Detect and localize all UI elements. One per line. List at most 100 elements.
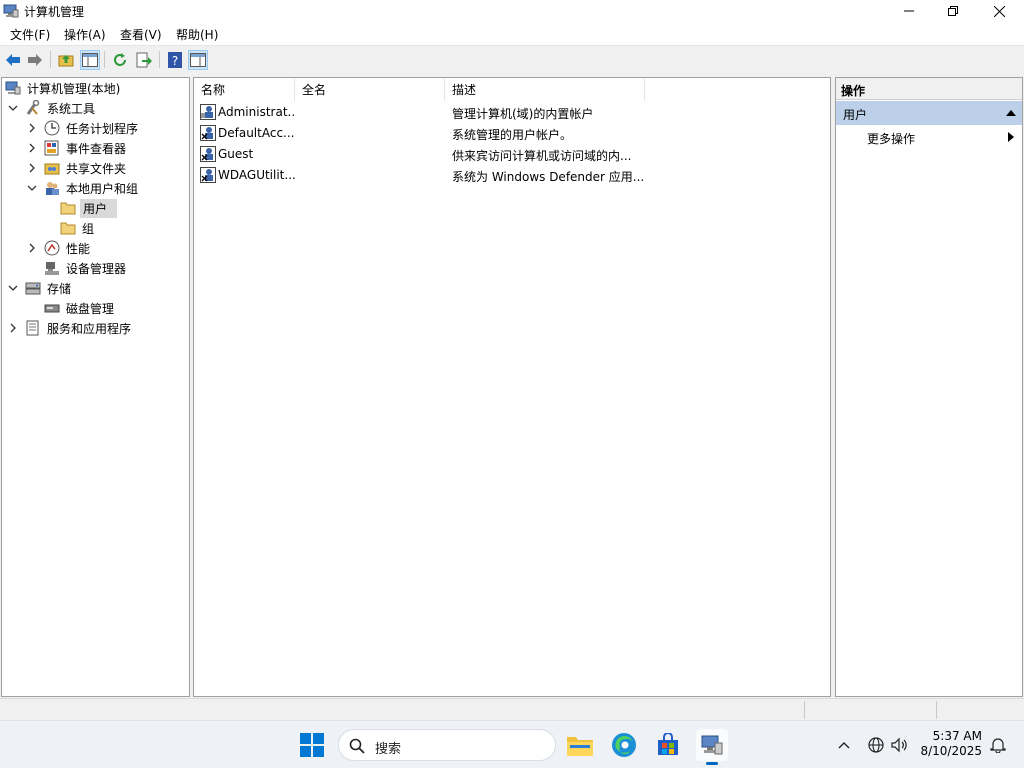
toolbar-separator xyxy=(159,51,160,68)
user-description: 供来宾访问计算机或访问域的内... xyxy=(452,149,632,163)
refresh-button[interactable] xyxy=(110,50,130,70)
table-row[interactable]: Guest 供来宾访问计算机或访问域的内... xyxy=(198,144,828,165)
restore-button[interactable] xyxy=(930,0,976,22)
start-button[interactable] xyxy=(296,729,328,761)
export-list-button[interactable] xyxy=(134,50,154,70)
tree-node-task-scheduler[interactable]: 任务计划程序 xyxy=(26,118,140,138)
chevron-down-icon[interactable] xyxy=(7,102,19,114)
clock[interactable]: 5:37 AM 8/10/2025 xyxy=(920,729,982,759)
menu-help[interactable]: 帮助(H) xyxy=(176,26,218,43)
clock-icon xyxy=(44,120,60,136)
collapse-up-icon[interactable] xyxy=(1006,110,1016,116)
taskbar-search[interactable]: 搜索 xyxy=(338,729,556,761)
edge-browser-button[interactable] xyxy=(608,729,640,761)
tree-node-local-users-groups[interactable]: 本地用户和组 xyxy=(26,178,140,198)
tree-node-root[interactable]: 计算机管理(本地) xyxy=(5,78,122,98)
actions-title: 操作 xyxy=(836,78,1022,100)
actions-section-users[interactable]: 用户 xyxy=(836,101,1022,125)
user-icon xyxy=(200,104,216,120)
chevron-up-icon xyxy=(838,742,850,749)
status-bar xyxy=(0,698,1024,720)
disabled-user-icon xyxy=(200,167,216,183)
chevron-down-icon[interactable] xyxy=(26,182,38,194)
show-hide-tree-button[interactable] xyxy=(80,50,100,70)
refresh-icon xyxy=(114,53,126,66)
volume-button[interactable] xyxy=(886,729,914,761)
status-separator xyxy=(936,701,937,719)
speaker-icon xyxy=(891,737,907,753)
menu-bar: 文件(F) 操作(A) 查看(V) 帮助(H) xyxy=(0,22,1024,46)
microsoft-store-button[interactable] xyxy=(652,729,684,761)
actions-section-label: 用户 xyxy=(843,108,868,122)
tree-node-system-tools[interactable]: 系统工具 xyxy=(7,98,97,118)
tree-label: 共享文件夹 xyxy=(66,161,127,176)
folder-icon xyxy=(60,220,76,236)
close-button[interactable] xyxy=(976,0,1022,22)
actions-pane: 操作 用户 更多操作 xyxy=(835,77,1023,697)
notifications-button[interactable] xyxy=(984,729,1012,761)
chevron-right-icon[interactable] xyxy=(26,122,38,134)
chevron-right-icon[interactable] xyxy=(26,162,38,174)
chevron-right-icon[interactable] xyxy=(26,142,38,154)
tree-label: 系统工具 xyxy=(47,101,96,116)
tree-node-storage[interactable]: 存储 xyxy=(7,278,73,298)
up-folder-button[interactable] xyxy=(56,50,76,70)
toolbar-separator xyxy=(104,51,105,68)
globe-icon xyxy=(868,737,884,753)
tree-node-performance[interactable]: 性能 xyxy=(26,238,92,258)
tree-node-shared-folders[interactable]: 共享文件夹 xyxy=(26,158,128,178)
services-icon xyxy=(25,320,41,336)
back-button[interactable] xyxy=(3,50,23,70)
help-button[interactable]: ? xyxy=(165,50,185,70)
show-hidden-icons-button[interactable] xyxy=(828,729,860,761)
chevron-down-icon[interactable] xyxy=(7,282,19,294)
tree-label: 设备管理器 xyxy=(66,261,127,276)
tree-label: 用户 xyxy=(80,198,118,218)
show-hide-action-pane-button[interactable] xyxy=(188,50,208,70)
performance-icon xyxy=(44,240,60,256)
tree-node-services-apps[interactable]: 服务和应用程序 xyxy=(7,318,133,338)
chevron-right-icon[interactable] xyxy=(7,322,19,334)
clock-date: 8/10/2025 xyxy=(920,744,982,758)
more-actions-item[interactable]: 更多操作 xyxy=(867,130,915,147)
menu-action[interactable]: 操作(A) xyxy=(64,26,106,43)
minimize-button[interactable] xyxy=(886,0,932,22)
user-name: Administrat... xyxy=(218,105,296,119)
disabled-user-icon xyxy=(200,146,216,162)
edge-icon xyxy=(612,733,636,757)
window-title: 计算机管理 xyxy=(24,5,85,19)
file-explorer-icon xyxy=(567,737,593,756)
tree-node-device-manager[interactable]: 设备管理器 xyxy=(44,258,128,278)
column-header-description[interactable]: 描述 xyxy=(445,78,645,101)
submenu-arrow-icon xyxy=(1008,132,1014,142)
forward-arrow-icon xyxy=(28,54,42,66)
menu-view[interactable]: 查看(V) xyxy=(120,26,162,43)
computer-management-task-button[interactable] xyxy=(696,729,728,765)
tree-label: 事件查看器 xyxy=(66,141,127,156)
column-header-full-name[interactable]: 全名 xyxy=(295,78,445,101)
table-row[interactable]: WDAGUtilit... 系统为 Windows Defender 应用... xyxy=(198,165,828,186)
user-name: Guest xyxy=(218,147,254,161)
user-description: 系统为 Windows Defender 应用... xyxy=(452,170,645,184)
windows-logo-icon xyxy=(300,733,324,757)
table-row[interactable]: DefaultAcc... 系统管理的用户帐户。 xyxy=(198,123,828,144)
back-arrow-icon xyxy=(6,54,20,66)
user-description: 系统管理的用户帐户。 xyxy=(452,128,573,142)
table-row[interactable]: Administrat... 管理计算机(域)的内置帐户 xyxy=(198,102,828,123)
tree-node-disk-management[interactable]: 磁盘管理 xyxy=(44,298,116,318)
disabled-user-icon xyxy=(200,125,216,141)
tree-node-groups[interactable]: 组 xyxy=(60,218,96,238)
chevron-right-icon[interactable] xyxy=(26,242,38,254)
tree-node-users[interactable]: 用户 xyxy=(60,198,118,218)
menu-file[interactable]: 文件(F) xyxy=(10,26,50,43)
toolbar: ? xyxy=(0,47,1024,72)
forward-button[interactable] xyxy=(25,50,45,70)
export-list-icon xyxy=(136,52,152,68)
user-description: 管理计算机(域)的内置帐户 xyxy=(452,107,594,121)
file-explorer-button[interactable] xyxy=(564,729,596,761)
user-name: WDAGUtilit... xyxy=(218,168,296,182)
tree-node-event-viewer[interactable]: 事件查看器 xyxy=(26,138,128,158)
column-header-name[interactable]: 名称 xyxy=(194,78,295,101)
storage-icon xyxy=(25,280,41,296)
up-folder-icon xyxy=(58,55,74,67)
